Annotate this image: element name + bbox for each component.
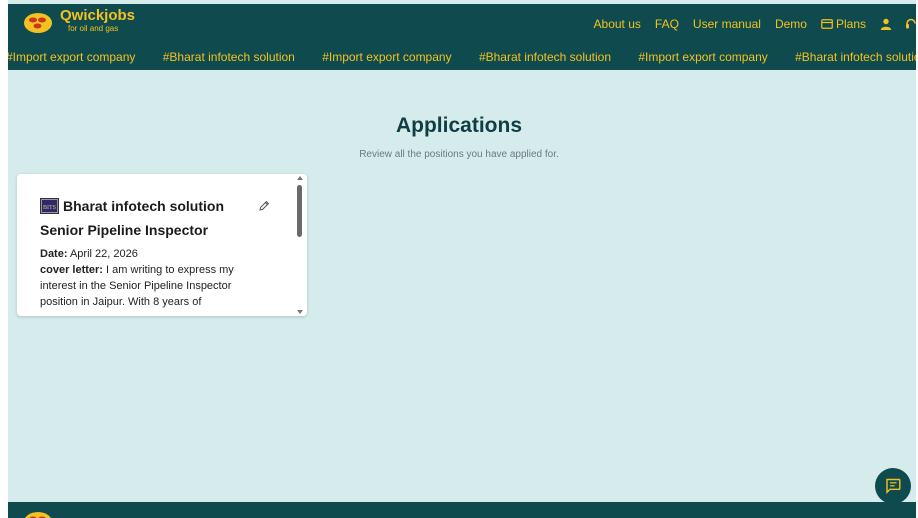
date-value: April 22, 2026 — [69, 248, 138, 260]
application-card[interactable]: BITS Bharat infotech solution Senior Pip… — [17, 174, 307, 316]
brand-name: Qwickjobs — [60, 7, 136, 24]
ticker-item[interactable]: #Bharat infotech solution — [479, 50, 611, 64]
ticker-item[interactable]: #Import export company — [322, 50, 451, 64]
nav-about-us[interactable]: About us — [594, 17, 641, 31]
brand-tagline: for oil and gas — [68, 24, 119, 33]
company-logo-text: BITS — [43, 205, 56, 211]
chat-button[interactable] — [875, 468, 911, 504]
ticker-item[interactable]: #Bharat infotech solution — [795, 50, 916, 64]
brand-logo-icon[interactable] — [23, 12, 53, 39]
job-title: Senior Pipeline Inspector — [40, 222, 209, 238]
page-title: Applications — [395, 114, 522, 137]
ticker-item[interactable]: #Import export company — [638, 50, 767, 64]
nav-faq[interactable]: FAQ — [655, 17, 679, 31]
pencil-icon[interactable] — [258, 199, 270, 217]
scroll-up-arrow[interactable] — [297, 176, 303, 180]
nav-user-manual[interactable]: User manual — [693, 17, 761, 31]
chat-icon — [886, 478, 901, 494]
company-row: BITS Bharat infotech solution — [40, 196, 265, 216]
date-label: Date: — [40, 248, 68, 260]
nav-plans-label: Plans — [835, 17, 866, 31]
cover-letter: cover letter: I am writing to express my… — [40, 262, 265, 310]
scrollbar-thumb[interactable] — [297, 185, 302, 237]
main-nav: About us FAQ User manual Demo Plans — [594, 4, 916, 44]
footer — [8, 502, 916, 518]
footer-logo-icon[interactable] — [23, 511, 53, 518]
application-date: Date: April 22, 2026 — [40, 246, 265, 262]
brand[interactable]: Qwickjobs for oil and gas — [60, 8, 135, 34]
user-icon[interactable] — [880, 18, 892, 30]
ticker-track: #Import export company #Bharat infotech … — [8, 50, 916, 64]
window-edge-left — [0, 0, 8, 518]
company-ticker: #Import export company #Bharat infotech … — [8, 44, 916, 70]
company-logo: BITS — [40, 198, 59, 214]
card-icon — [821, 19, 833, 29]
scroll-down-arrow[interactable] — [297, 310, 303, 314]
company-name: Bharat infotech solution — [63, 198, 224, 214]
nav-demo[interactable]: Demo — [775, 17, 807, 31]
ticker-item[interactable]: #Bharat infotech solution — [163, 50, 295, 64]
cover-letter-label: cover letter: — [40, 264, 103, 276]
nav-plans[interactable]: Plans — [821, 17, 866, 31]
application-card-content: BITS Bharat infotech solution Senior Pip… — [40, 196, 265, 310]
headset-icon[interactable] — [906, 18, 916, 30]
top-header: Qwickjobs for oil and gas About us FAQ U… — [8, 4, 916, 44]
ticker-item[interactable]: #Import export company — [8, 50, 135, 64]
page-subtitle: Review all the positions you have applie… — [359, 149, 559, 160]
